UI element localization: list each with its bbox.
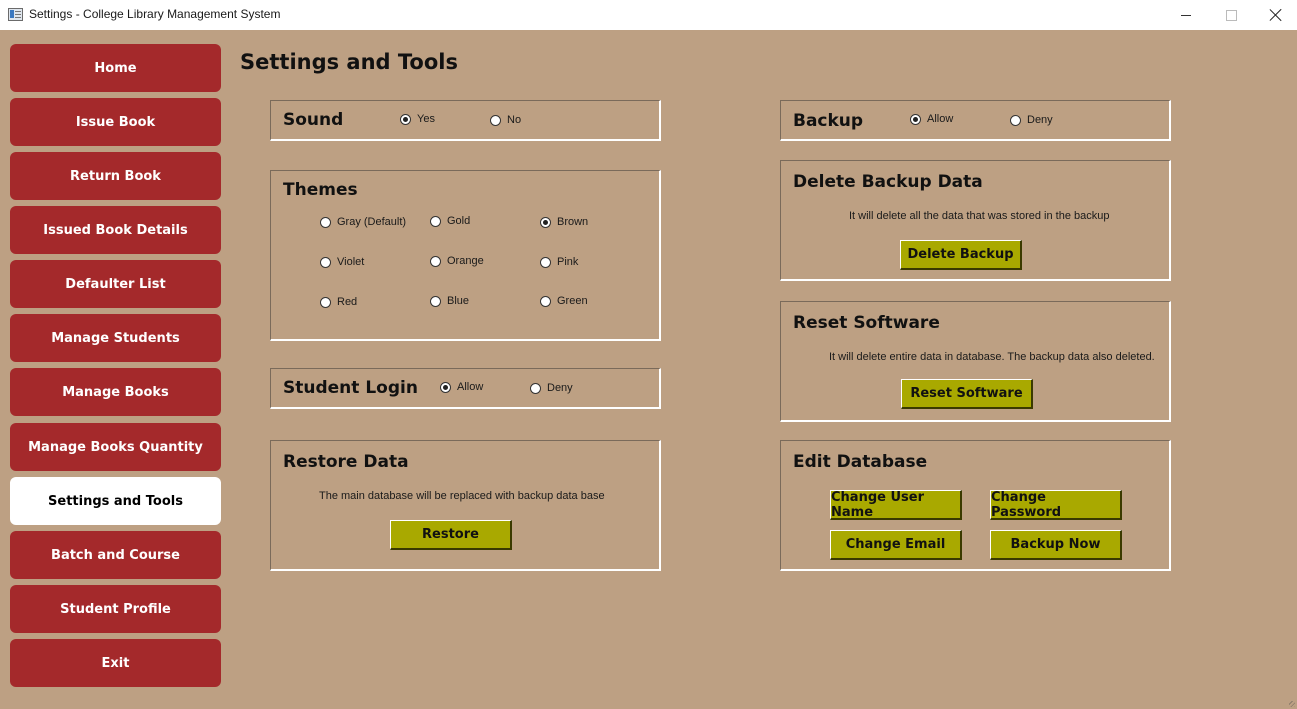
close-button[interactable] <box>1253 0 1297 30</box>
reset-software-button[interactable]: Reset Software <box>901 379 1033 409</box>
themes-panel: Themes Gray (Default) Gold Brown Violet … <box>270 170 661 341</box>
radio-label: Pink <box>557 256 579 268</box>
reset-software-panel: Reset Software It will delete entire dat… <box>780 301 1171 422</box>
delete-backup-description: It will delete all the data that was sto… <box>849 210 1110 222</box>
radio-unchecked-icon <box>430 215 441 227</box>
radio-label: Gold <box>447 215 471 227</box>
maximize-button[interactable] <box>1208 0 1254 30</box>
sound-no-radio[interactable]: No <box>490 114 521 126</box>
student-login-deny-radio[interactable]: Deny <box>530 382 573 394</box>
radio-checked-icon <box>440 381 451 393</box>
backup-panel: Backup Allow Deny <box>780 100 1171 141</box>
radio-label: Yes <box>417 113 435 125</box>
sidebar-item-home[interactable]: Home <box>10 44 221 92</box>
radio-unchecked-icon <box>490 114 501 126</box>
change-password-button[interactable]: Change Password <box>990 490 1122 520</box>
edit-database-title: Edit Database <box>793 452 928 472</box>
theme-orange-radio[interactable]: Orange <box>430 255 484 267</box>
radio-unchecked-icon <box>1010 114 1021 126</box>
restore-description: The main database will be replaced with … <box>319 490 605 502</box>
radio-label: Violet <box>337 256 365 268</box>
page-title: Settings and Tools <box>240 50 458 74</box>
student-login-allow-radio[interactable]: Allow <box>440 381 483 393</box>
sidebar-item-manage-students[interactable]: Manage Students <box>10 314 221 362</box>
radio-label: Allow <box>927 113 954 125</box>
radio-label: Deny <box>547 382 573 394</box>
sidebar-item-return-book[interactable]: Return Book <box>10 152 221 200</box>
radio-label: Blue <box>447 295 470 307</box>
theme-green-radio[interactable]: Green <box>540 295 588 307</box>
restore-title: Restore Data <box>283 452 409 472</box>
sidebar-item-issue-book[interactable]: Issue Book <box>10 98 221 146</box>
restore-panel: Restore Data The main database will be r… <box>270 440 661 571</box>
sidebar-item-student-profile[interactable]: Student Profile <box>10 585 221 633</box>
radio-checked-icon <box>400 113 411 125</box>
radio-unchecked-icon <box>320 256 331 268</box>
radio-label: Brown <box>557 216 589 228</box>
radio-label: Red <box>337 296 358 308</box>
sidebar-item-settings-and-tools[interactable]: Settings and Tools <box>10 477 221 525</box>
title-bar: Settings - College Library Management Sy… <box>0 0 1297 30</box>
radio-label: Orange <box>447 255 484 267</box>
radio-unchecked-icon <box>320 216 331 228</box>
minimize-button[interactable] <box>1163 0 1209 30</box>
minimize-icon <box>1181 14 1191 16</box>
radio-label: Green <box>557 295 588 307</box>
resize-grip-icon[interactable] <box>1289 701 1295 707</box>
backup-allow-radio[interactable]: Allow <box>910 113 953 125</box>
close-icon <box>1270 9 1282 21</box>
sidebar-item-manage-books-quantity[interactable]: Manage Books Quantity <box>10 423 221 471</box>
theme-blue-radio[interactable]: Blue <box>430 295 469 307</box>
app-window-icon <box>8 8 23 21</box>
themes-title: Themes <box>283 180 358 200</box>
radio-unchecked-icon <box>320 296 331 308</box>
radio-unchecked-icon <box>540 256 551 268</box>
radio-unchecked-icon <box>430 295 441 307</box>
sidebar-item-defaulter-list[interactable]: Defaulter List <box>10 260 221 308</box>
radio-label: Deny <box>1027 114 1053 126</box>
reset-software-description: It will delete entire data in database. … <box>829 351 1155 363</box>
sidebar-item-exit[interactable]: Exit <box>10 639 221 687</box>
delete-backup-panel: Delete Backup Data It will delete all th… <box>780 160 1171 281</box>
maximize-icon <box>1225 9 1237 21</box>
theme-gray-radio[interactable]: Gray (Default) <box>320 216 406 228</box>
theme-pink-radio[interactable]: Pink <box>540 256 578 268</box>
radio-checked-icon <box>540 216 551 228</box>
window-title: Settings - College Library Management Sy… <box>29 7 281 21</box>
radio-checked-icon <box>910 113 921 125</box>
reset-software-title: Reset Software <box>793 313 940 333</box>
radio-label: Allow <box>457 381 484 393</box>
backup-now-button[interactable]: Backup Now <box>990 530 1122 560</box>
sidebar-item-manage-books[interactable]: Manage Books <box>10 368 221 416</box>
delete-backup-button[interactable]: Delete Backup <box>900 240 1022 270</box>
change-user-name-button[interactable]: Change User Name <box>830 490 962 520</box>
radio-label: No <box>507 114 522 126</box>
sound-title: Sound <box>283 110 344 130</box>
radio-unchecked-icon <box>540 295 551 307</box>
theme-gold-radio[interactable]: Gold <box>430 215 470 227</box>
theme-violet-radio[interactable]: Violet <box>320 256 364 268</box>
change-email-button[interactable]: Change Email <box>830 530 962 560</box>
restore-button[interactable]: Restore <box>390 520 512 550</box>
student-login-title: Student Login <box>283 378 418 398</box>
sound-yes-radio[interactable]: Yes <box>400 113 435 125</box>
delete-backup-title: Delete Backup Data <box>793 172 983 192</box>
edit-database-panel: Edit Database Change User Name Change Pa… <box>780 440 1171 571</box>
theme-red-radio[interactable]: Red <box>320 296 357 308</box>
sidebar-item-batch-and-course[interactable]: Batch and Course <box>10 531 221 579</box>
sidebar-item-issued-book-details[interactable]: Issued Book Details <box>10 206 221 254</box>
sound-panel: Sound Yes No <box>270 100 661 141</box>
student-login-panel: Student Login Allow Deny <box>270 368 661 409</box>
radio-label: Gray (Default) <box>337 216 407 228</box>
backup-title: Backup <box>793 111 864 131</box>
theme-brown-radio[interactable]: Brown <box>540 216 588 228</box>
radio-unchecked-icon <box>430 255 441 267</box>
radio-unchecked-icon <box>530 382 541 394</box>
backup-deny-radio[interactable]: Deny <box>1010 114 1053 126</box>
